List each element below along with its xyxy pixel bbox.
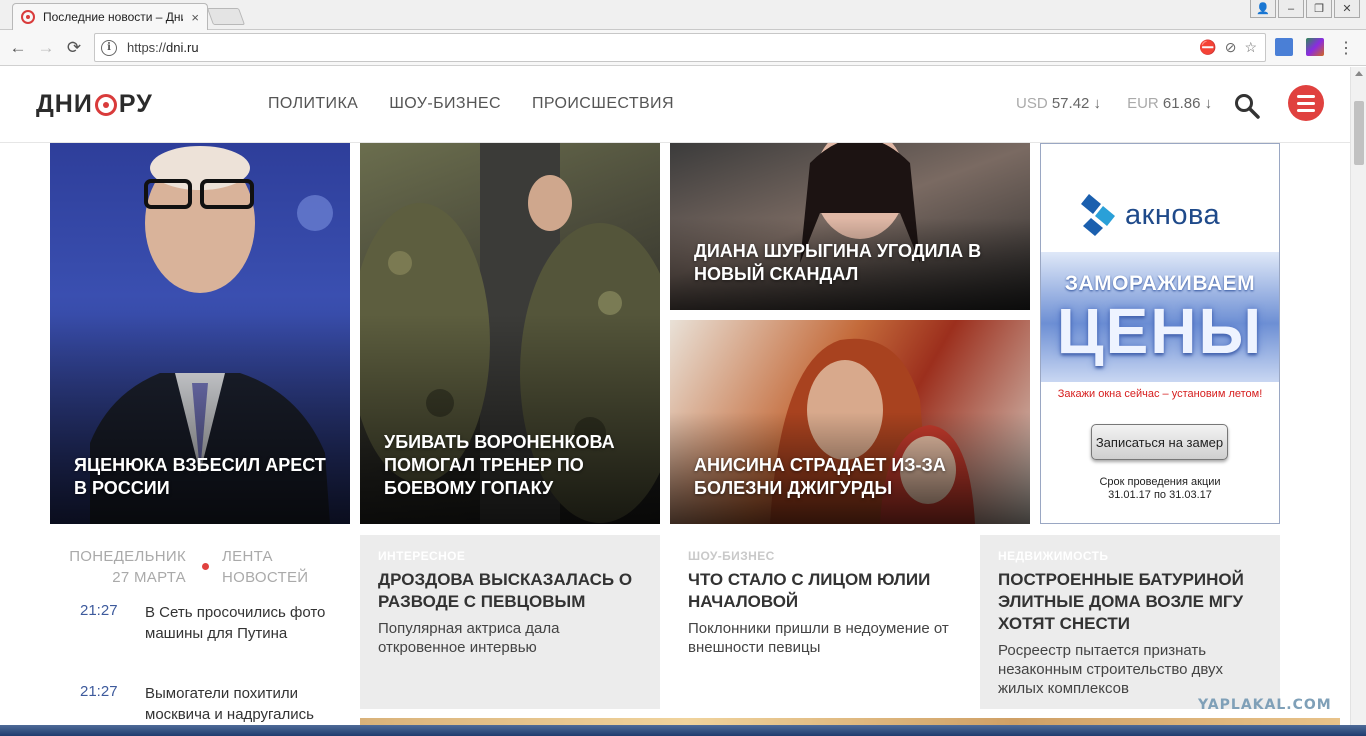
ad-terms-dates: 31.01.17 по 31.03.17 xyxy=(1108,489,1212,501)
color-extension-icon[interactable] xyxy=(1306,38,1324,56)
tracking-block-icon[interactable]: ⊘ xyxy=(1225,39,1237,56)
browser-tab-bar: Последние новости – Дни.ру × 👤 – ❐ ✕ xyxy=(0,0,1366,30)
article-lead: Росреестр пытается признать незаконным с… xyxy=(998,642,1224,697)
site-info-icon[interactable]: i xyxy=(101,39,117,56)
news-feed-header: ПОНЕДЕЛЬНИК 27 МАРТА ЛЕНТА НОВОСТЕЙ xyxy=(50,546,350,590)
watermark: YAPLAKAL.COM xyxy=(1198,697,1332,713)
site-favicon-icon xyxy=(21,10,35,24)
logo-text-right: РУ xyxy=(118,90,153,118)
ad-logo-mark-icon xyxy=(1081,194,1115,236)
site-header: ДНИ РУ ПОЛИТИКА ШОУ-БИЗНЕС ПРОИСШЕСТВИЯ … xyxy=(0,67,1350,143)
browser-toolbar: ← → ⟳ i https://dni.ru ⛔ ⊘ ☆ ⋮ xyxy=(0,30,1366,66)
hero-title[interactable]: Диана Шурыгина угодила в новый скандал xyxy=(694,240,1012,286)
scroll-thumb[interactable] xyxy=(1354,101,1364,165)
restore-button[interactable]: ❐ xyxy=(1306,0,1332,18)
feed-link-line2: НОВОСТЕЙ xyxy=(222,569,309,586)
article-lead: Поклонники пришли в недоумение от внешно… xyxy=(688,620,949,656)
feed-text[interactable]: В Сеть просочились фото машины для Путин… xyxy=(145,602,345,644)
article-category[interactable]: Интересное xyxy=(378,549,642,563)
hero-title[interactable]: Анисина страдает из-за болезни Джигурды xyxy=(694,454,1012,500)
logo-text-left: ДНИ xyxy=(36,90,93,118)
url-scheme: https:// xyxy=(127,40,167,55)
browser-tab[interactable]: Последние новости – Дни.ру × xyxy=(12,3,208,30)
hero-card-yatsenyuk[interactable]: Яценюка взбесил арест в России xyxy=(50,143,350,524)
new-tab-button[interactable] xyxy=(206,8,246,25)
tab-title: Последние новости – Дни.ру xyxy=(43,10,183,24)
url-host: dni.ru xyxy=(166,40,199,55)
feed-date-value: 27 МАРТА xyxy=(112,569,186,586)
article-title[interactable]: Построенные Батуриной элитные дома возле… xyxy=(998,569,1262,635)
reload-icon[interactable]: ⟳ xyxy=(62,36,86,60)
forward-arrow-icon[interactable]: → xyxy=(34,36,58,60)
ad-subtitle: Закажи окна сейчас – установим летом! xyxy=(1057,388,1263,400)
feed-day: ПОНЕДЕЛЬНИК xyxy=(69,548,186,565)
window-controls: 👤 – ❐ ✕ xyxy=(1250,0,1360,18)
tab-close-icon[interactable]: × xyxy=(191,10,199,25)
nav-politics[interactable]: ПОЛИТИКА xyxy=(268,95,358,113)
rate-eur: EUR 61.86 ↓ xyxy=(1127,95,1212,112)
news-feed-link[interactable]: ЛЕНТА НОВОСТЕЙ xyxy=(222,546,308,588)
article-card[interactable]: Недвижимость Построенные Батуриной элитн… xyxy=(980,535,1280,709)
article-title[interactable]: Дроздова высказалась о разводе с певцовы… xyxy=(378,569,642,613)
ad-brand: акнова xyxy=(1125,198,1221,231)
ad-signup-button[interactable]: Записаться на замер xyxy=(1091,424,1228,460)
article-category[interactable]: Недвижимость xyxy=(998,549,1262,563)
main-navigation: ПОЛИТИКА ШОУ-БИЗНЕС ПРОИСШЕСТВИЯ xyxy=(268,95,674,113)
article-category[interactable]: Шоу-бизнес xyxy=(688,549,952,563)
ad-terms: Срок проведения акции 31.01.17 по 31.03.… xyxy=(1041,476,1279,502)
nav-showbiz[interactable]: ШОУ-БИЗНЕС xyxy=(389,95,501,113)
url-text: https://dni.ru xyxy=(127,40,199,55)
hero-card-anisina[interactable]: Анисина страдает из-за болезни Джигурды xyxy=(670,320,1030,524)
ad-logo: акнова xyxy=(1075,192,1220,238)
blocked-content-icon[interactable]: ⛔ xyxy=(1199,39,1216,56)
feed-text[interactable]: Вымогатели похитили москвича и надругали… xyxy=(145,683,345,725)
article-card[interactable]: Шоу-бизнес Что стало с лицом Юлии Начало… xyxy=(670,535,970,709)
article-lead: Популярная актриса дала откровенное инте… xyxy=(378,620,560,656)
profile-icon[interactable]: 👤 xyxy=(1250,0,1276,18)
rate-code: USD xyxy=(1016,95,1048,112)
close-window-button[interactable]: ✕ xyxy=(1334,0,1360,18)
rate-value: 57.42 ↓ xyxy=(1051,95,1102,112)
feed-dot-icon xyxy=(202,563,209,570)
hero-card-shurygina[interactable]: Диана Шурыгина угодила в новый скандал xyxy=(670,143,1030,310)
rate-value: 61.86 ↓ xyxy=(1162,95,1213,112)
os-taskbar xyxy=(0,725,1366,736)
scroll-up-arrow-icon[interactable] xyxy=(1355,71,1363,76)
site-logo[interactable]: ДНИ РУ xyxy=(36,90,153,119)
article-card[interactable]: Интересное Дроздова высказалась о развод… xyxy=(360,535,660,709)
back-arrow-icon[interactable]: ← xyxy=(6,36,30,60)
rate-usd: USD 57.42 ↓ xyxy=(1016,95,1101,112)
feed-link-line1: ЛЕНТА xyxy=(222,548,273,565)
hero-card-voronenkov[interactable]: Убивать Вороненкова помогал тренер по бо… xyxy=(360,143,660,524)
ad-headline: ЗАМОРАЖИВАЕМ xyxy=(1064,272,1256,295)
page-scrollbar[interactable] xyxy=(1350,67,1366,725)
hero-title[interactable]: Яценюка взбесил арест в России xyxy=(74,454,332,500)
logo-mark-icon xyxy=(94,93,117,116)
ad-headline-big: ЦЕНЫ xyxy=(1056,295,1264,367)
rate-code: EUR xyxy=(1127,95,1159,112)
article-title[interactable]: Что стало с лицом Юлии Началовой xyxy=(688,569,952,613)
bookmark-star-icon[interactable]: ☆ xyxy=(1244,39,1257,56)
ad-banner[interactable]: акнова ЗАМОРАЖИВАЕМ ЦЕНЫ Закажи окна сей… xyxy=(1040,143,1280,524)
browser-menu-icon[interactable]: ⋮ xyxy=(1338,38,1354,58)
feed-time: 21:27 xyxy=(80,683,118,700)
feed-date: ПОНЕДЕЛЬНИК 27 МАРТА xyxy=(69,546,186,588)
currency-rates: USD 57.42 ↓ EUR 61.86 ↓ xyxy=(1016,95,1212,112)
translate-extension-icon[interactable] xyxy=(1275,38,1293,56)
next-row-image-strip xyxy=(360,718,1340,725)
feed-time: 21:27 xyxy=(80,602,118,619)
address-bar[interactable]: i https://dni.ru ⛔ ⊘ ☆ xyxy=(94,33,1266,62)
nav-incidents[interactable]: ПРОИСШЕСТВИЯ xyxy=(532,95,674,113)
minimize-button[interactable]: – xyxy=(1278,0,1304,18)
omnibox-icons: ⛔ ⊘ ☆ xyxy=(1199,39,1257,56)
hero-title[interactable]: Убивать Вороненкова помогал тренер по бо… xyxy=(384,431,642,500)
ad-terms-line: Срок проведения акции xyxy=(1099,476,1221,488)
menu-burger-icon[interactable] xyxy=(1288,85,1324,121)
search-icon[interactable] xyxy=(1234,93,1260,119)
